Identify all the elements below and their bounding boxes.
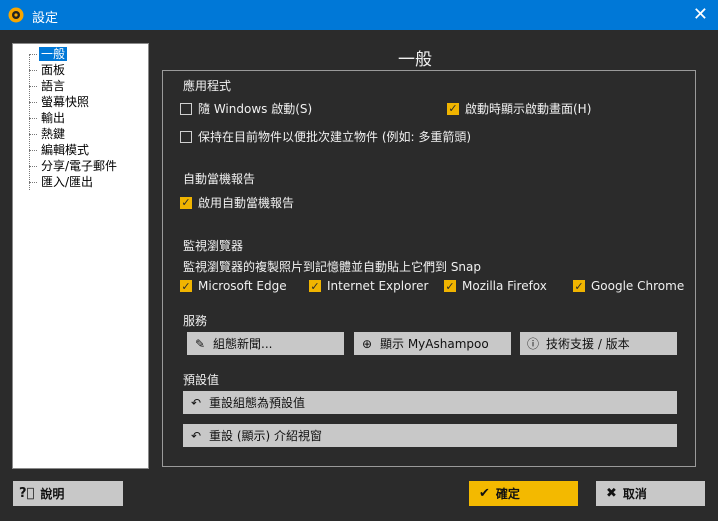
tree-item-screenshot[interactable]: 螢幕快照	[29, 94, 91, 110]
reset-config-button[interactable]: ↶ 重設組態為預設值	[183, 391, 677, 414]
settings-tree: 一般 面板 語言 螢幕快照 輸出 熱鍵 編輯模式 分享/電子郵件 匯入/匯出	[12, 43, 149, 469]
crash-group-label: 自動當機報告	[183, 172, 256, 186]
app-icon	[8, 7, 24, 23]
configure-news-button[interactable]: ✎ 組態新聞...	[187, 332, 344, 355]
start-with-windows-checkbox[interactable]: 隨 Windows 啟動(S)	[180, 100, 312, 117]
enable-crash-report-checkbox[interactable]: ✓ 啟用自動當機報告	[180, 194, 294, 211]
window-title: 設定	[32, 11, 59, 26]
show-myashampoo-button[interactable]: ⊕ 顯示 MyAshampoo	[354, 332, 511, 355]
browser-group-label: 監視瀏覽器	[183, 239, 244, 253]
title-bar: 設定 ✕	[0, 0, 718, 30]
firefox-checkbox[interactable]: ✓ Mozilla Firefox	[444, 279, 547, 293]
undo-icon: ↶	[190, 428, 202, 443]
keep-objects-checkbox[interactable]: 保持在目前物件以便批次建立物件 (例如: 多重箭頭)	[180, 128, 471, 145]
tree-item-edit-mode[interactable]: 編輯模式	[29, 142, 91, 158]
checkmark-icon: ✓	[180, 196, 192, 209]
tree-item-share-email[interactable]: 分享/電子郵件	[29, 158, 119, 174]
checkmark-icon: ✓	[444, 279, 456, 293]
ok-button[interactable]: ✔ 確定	[469, 481, 578, 506]
cancel-button[interactable]: ✖ 取消	[596, 481, 705, 506]
reset-intro-button[interactable]: ↶ 重設 (顯示) 介紹視窗	[183, 424, 677, 447]
help-button[interactable]: ?⃝ 說明	[13, 481, 123, 506]
checkbox-icon	[180, 130, 192, 143]
edge-checkbox[interactable]: ✓ Microsoft Edge	[180, 279, 287, 293]
settings-panel: 應用程式 隨 Windows 啟動(S) ✓ 啟動時顯示啟動畫面(H) 保持在目…	[162, 70, 696, 467]
question-circle-icon: ⓘ	[526, 337, 539, 351]
plus-circle-icon: ⊕	[361, 336, 373, 351]
tree-item-panel[interactable]: 面板	[29, 62, 67, 78]
undo-icon: ↶	[190, 395, 202, 410]
checkbox-icon	[180, 102, 192, 115]
close-icon: ✖	[606, 486, 617, 501]
app-group-label: 應用程式	[183, 79, 232, 93]
close-icon[interactable]: ✕	[693, 4, 708, 25]
pencil-icon: ✎	[194, 336, 206, 351]
support-version-button[interactable]: ⓘ 技術支援 / 版本	[520, 332, 677, 355]
show-splash-checkbox[interactable]: ✓ 啟動時顯示啟動畫面(H)	[447, 100, 591, 117]
question-circle-icon: ?⃝	[19, 486, 35, 501]
checkmark-icon: ✓	[447, 102, 459, 115]
checkmark-icon: ✓	[180, 279, 192, 293]
tree-item-hotkeys[interactable]: 熱鍵	[29, 126, 67, 142]
tree-item-import-export[interactable]: 匯入/匯出	[29, 174, 95, 190]
tree-item-general[interactable]: 一般	[29, 46, 68, 62]
tree-item-output[interactable]: 輸出	[29, 110, 67, 126]
chrome-checkbox[interactable]: ✓ Google Chrome	[573, 279, 684, 293]
page-title: 一般	[398, 50, 432, 70]
checkmark-icon: ✓	[573, 279, 585, 293]
tree-item-language[interactable]: 語言	[29, 78, 67, 94]
browser-group-description: 監視瀏覽器的複製照片到記憶體並自動貼上它們到 Snap	[183, 260, 482, 274]
checkmark-icon: ✔	[479, 486, 490, 501]
defaults-group-label: 預設值	[183, 373, 220, 387]
ie-checkbox[interactable]: ✓ Internet Explorer	[309, 279, 428, 293]
service-group-label: 服務	[183, 314, 208, 328]
checkmark-icon: ✓	[309, 279, 321, 293]
